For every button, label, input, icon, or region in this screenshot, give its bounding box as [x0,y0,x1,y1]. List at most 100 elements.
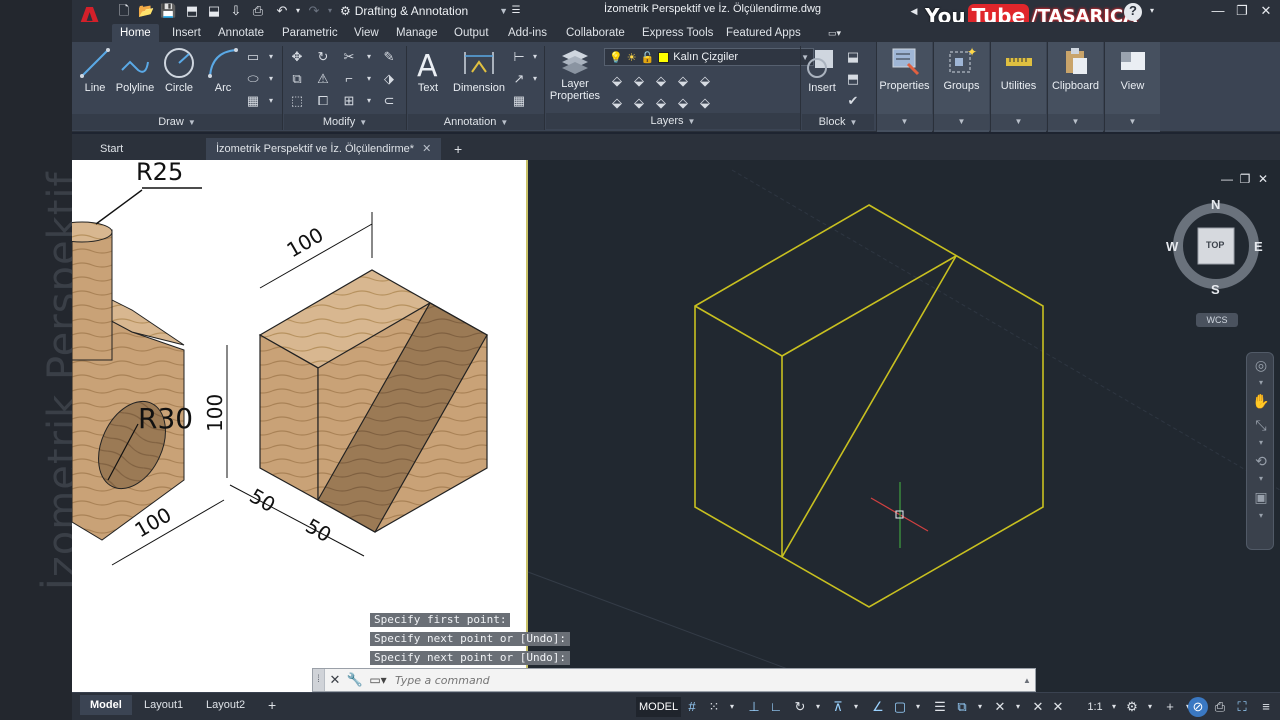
polar-tracking-icon[interactable]: ↻ [790,697,810,717]
tab-output[interactable]: Output [446,24,497,42]
tab-collaborate[interactable]: Collaborate [558,24,633,42]
block-panel-title[interactable]: Block ▼ [802,114,874,130]
steering-wheel-dropdown-icon[interactable]: ▾ [1247,377,1275,389]
hatch-dropdown-icon[interactable]: ▾ [262,92,280,110]
tab-insert[interactable]: Insert [164,24,209,42]
pan-hand-icon[interactable]: ✋ [1247,389,1275,413]
grid-display-icon[interactable]: # [682,697,702,717]
compass-west[interactable]: W [1166,239,1178,254]
close-icon[interactable]: ✕ [1256,2,1276,20]
search-back-icon[interactable]: ◀ [906,3,922,19]
minimize-icon[interactable]: — [1208,2,1228,20]
snap-mode-icon[interactable]: ⁙ [704,697,724,717]
utilities-group[interactable]: Utilities ▼ [990,42,1046,132]
trim-dropdown-icon[interactable]: ▾ [360,48,378,66]
command-line-grip-icon[interactable]: ⁞ [313,669,325,691]
text-tool[interactable]: A Text [408,46,448,94]
ellipse-dropdown-icon[interactable]: ▾ [262,70,280,88]
close-tab-icon[interactable]: ✕ [422,143,431,155]
trim-icon[interactable]: ✂ [340,48,358,66]
annotation-monitor-icon[interactable]: + [1160,697,1180,717]
mirror-icon[interactable]: ⚠ [314,70,332,88]
workspace-dropdown[interactable]: ⚙ Drafting & Annotation ▼ [340,2,508,20]
customize-wrench-icon[interactable]: 🔧 [345,669,365,691]
snap-dropdown-icon[interactable]: ▾ [722,697,742,717]
object-snap-tracking-icon[interactable]: ∠ [868,697,888,717]
view-group[interactable]: View ▼ [1104,42,1160,132]
properties-group[interactable]: Properties ▼ [876,42,932,132]
block-attribute-icon[interactable]: ✔ [844,92,862,110]
infer-constraints-icon[interactable]: ⊥ [744,697,764,717]
hatch-icon[interactable]: ▦ [244,92,262,110]
zoom-dropdown-icon[interactable]: ▾ [1247,437,1275,449]
dimension-tool[interactable]: Dimension [450,46,508,94]
viewport-minimize-icon[interactable]: — [1220,172,1234,186]
command-input[interactable] [391,670,1019,690]
viewcube[interactable]: N S E W TOP [1166,196,1263,297]
isometric-hexagon[interactable] [694,204,1044,608]
offset-icon[interactable]: ⊂ [380,92,398,110]
scale-dropdown-icon[interactable]: ▾ [1104,697,1124,717]
layer-dropdown[interactable]: 💡 ☀ 🔓 Kalın Çizgiler ▼ [604,48,814,66]
array-dropdown-icon[interactable]: ▾ [360,92,378,110]
fillet-dropdown-icon[interactable]: ▾ [360,70,378,88]
layer-tool-8-icon[interactable]: ⬙ [652,94,670,112]
edit-block-icon[interactable]: ⬒ [844,70,862,88]
undo-icon[interactable]: ↶ [274,3,290,19]
tab-annotate[interactable]: Annotate [210,24,272,42]
compass-north[interactable]: N [1211,197,1220,212]
create-block-icon[interactable]: ⬓ [844,48,862,66]
redo-dropdown-icon[interactable]: ▾ [322,3,338,19]
customize-toolbar-icon[interactable]: ☰ [508,3,524,19]
layer-tool-5-icon[interactable]: ⬙ [696,72,714,90]
recent-commands-icon[interactable]: ▭▾ [365,673,391,687]
layer-tool-10-icon[interactable]: ⬙ [696,94,714,112]
workspace-dropdown-icon[interactable]: ▾ [1140,697,1160,717]
annotation-panel-title[interactable]: Annotation ▼ [408,114,544,130]
annotation-dropdown-icon[interactable]: ▾ [1008,697,1028,717]
array-icon[interactable]: ⊞ [340,92,358,110]
lineweight-icon[interactable]: ☰ [930,697,950,717]
tab-home[interactable]: Home [112,24,159,42]
erase-icon[interactable]: ✎ [380,48,398,66]
layer-tool-3-icon[interactable]: ⬙ [652,72,670,90]
new-tab-button[interactable]: + [444,138,472,160]
customization-menu-icon[interactable]: ≡ [1256,697,1276,717]
layers-panel-title[interactable]: Layers ▼ [546,113,800,129]
insert-block-tool[interactable]: Insert [802,46,842,94]
ribbon-toggle-icon[interactable]: ▭▾ [820,24,849,42]
circle-tool[interactable]: Circle [156,46,202,94]
tab-layout2[interactable]: Layout2 [196,695,255,715]
help-dropdown-icon[interactable]: ▾ [1144,3,1160,19]
tab-model[interactable]: Model [80,695,132,715]
layer-tool-9-icon[interactable]: ⬙ [674,94,692,112]
add-layout-button[interactable]: + [258,695,286,715]
tab-view[interactable]: View [346,24,387,42]
object-snap-dropdown-icon[interactable]: ▾ [908,697,928,717]
move-icon[interactable]: ✥ [288,48,306,66]
object-snap-icon[interactable]: ▢ [890,697,910,717]
hardware-acceleration-icon[interactable]: ⎙ [1210,697,1230,717]
print-icon[interactable]: ⎙ [250,3,266,19]
auto-scale-icon[interactable]: ✕ [1048,697,1068,717]
new-file-icon[interactable]: 🗋 [116,3,132,19]
navbar-customize-icon[interactable]: ▾ [1247,509,1275,523]
tab-layout1[interactable]: Layout1 [134,695,193,715]
layer-tool-1-icon[interactable]: ⬙ [608,72,626,90]
clean-screen-icon[interactable]: ⛶ [1232,697,1252,717]
viewport-close-icon[interactable]: ✕ [1256,172,1270,186]
orbit-icon[interactable]: ⟲ [1247,449,1275,473]
tab-start[interactable]: Start [90,138,133,160]
save-icon[interactable]: 💾 [160,3,176,19]
viewcube-top-face[interactable]: TOP [1206,240,1224,250]
leader-dropdown-icon[interactable]: ▾ [526,70,544,88]
clipboard-group[interactable]: Clipboard ▼ [1047,42,1103,132]
close-command-line-icon[interactable]: ✕ [325,669,345,691]
wcs-menu[interactable]: WCS [1196,313,1238,327]
draw-panel-title[interactable]: Draw ▼ [72,114,282,130]
layer-tool-6-icon[interactable]: ⬙ [608,94,626,112]
isodraft-icon[interactable]: ⊼ [828,697,848,717]
viewport-restore-icon[interactable]: ❐ [1238,172,1252,186]
modify-panel-title[interactable]: Modify ▼ [284,114,406,130]
isodraft-dropdown-icon[interactable]: ▾ [846,697,866,717]
